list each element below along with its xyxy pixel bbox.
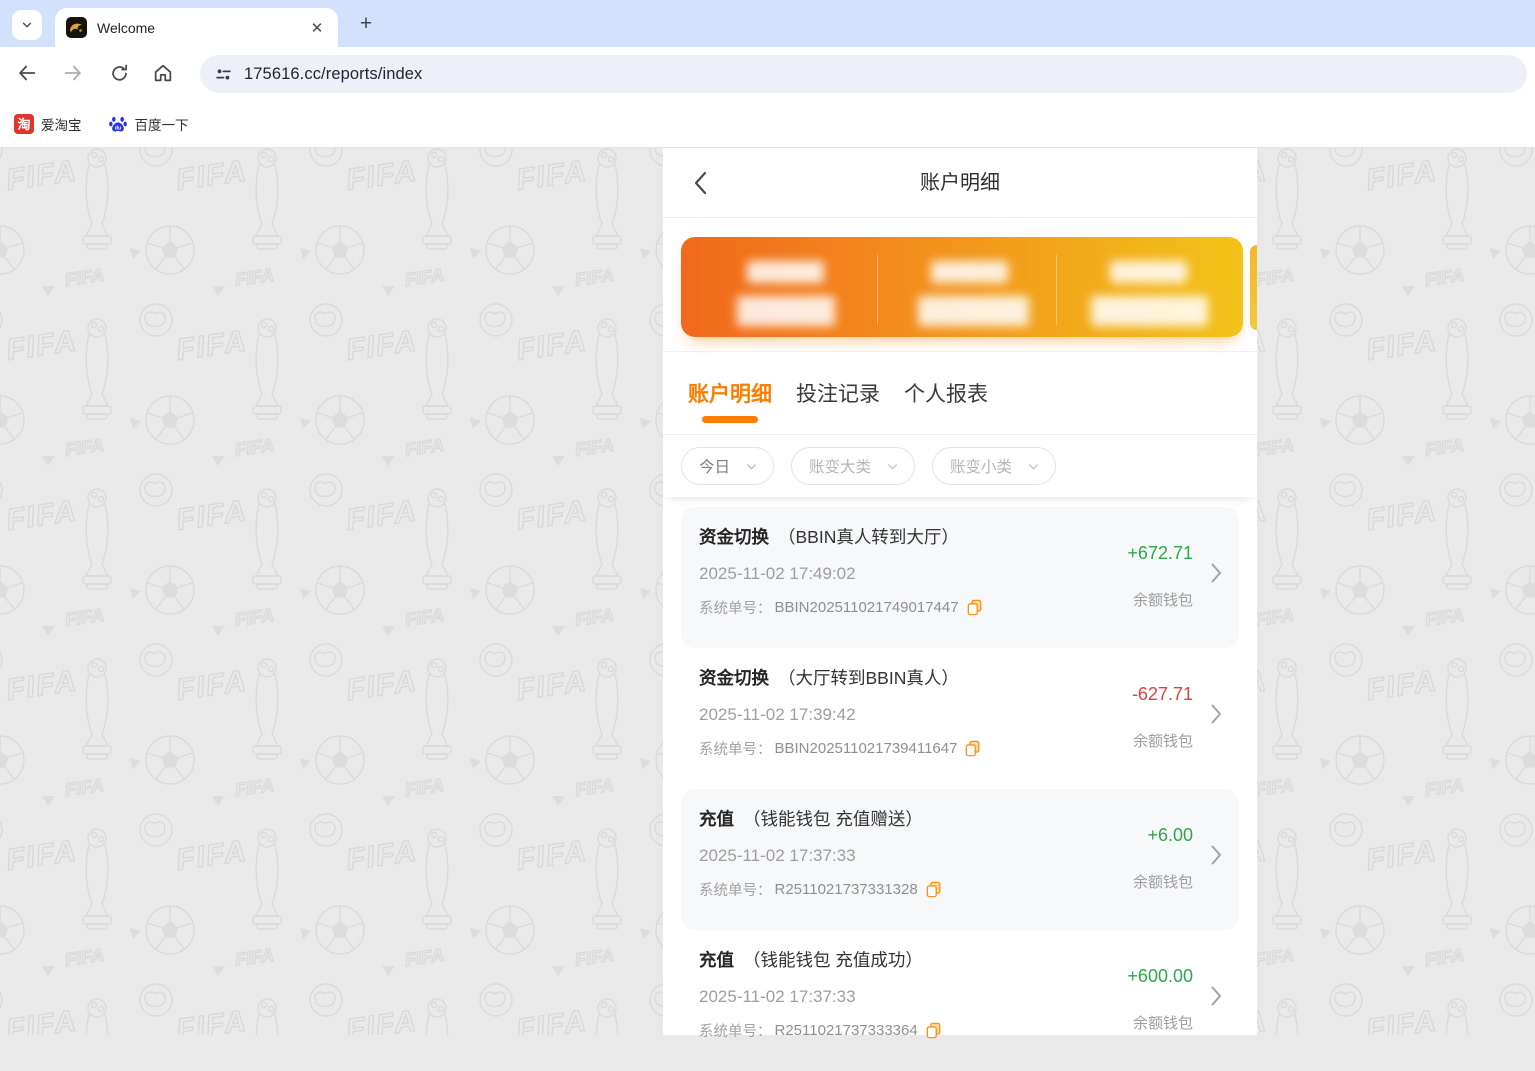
- browser-tab[interactable]: Welcome ✕: [55, 8, 338, 47]
- filter-minor-category-dropdown[interactable]: 账变小类: [932, 447, 1056, 485]
- filter-bar: 今日 账变大类 账变小类: [663, 435, 1257, 497]
- site-info-icon[interactable]: [214, 65, 233, 84]
- transaction-row[interactable]: 资金切换（BBIN真人转到大厅） 2025-11-02 17:49:02 系统单…: [681, 507, 1239, 648]
- browser-toolbar: 175616.cc/reports/index: [0, 47, 1535, 100]
- transaction-row[interactable]: 充值（钱能钱包 充值赠送） 2025-11-02 17:37:33 系统单号： …: [681, 789, 1239, 930]
- back-button[interactable]: [10, 56, 44, 90]
- tab-search-button[interactable]: [12, 10, 42, 40]
- taobao-icon: 淘: [14, 114, 34, 134]
- back-chevron-icon[interactable]: [689, 170, 715, 196]
- chevron-right-icon[interactable]: [1211, 986, 1222, 1006]
- site-favicon-icon: [66, 17, 87, 38]
- blurred-label-2: [931, 261, 1008, 283]
- url-text[interactable]: 175616.cc/reports/index: [244, 65, 422, 84]
- blurred-label-3: [1110, 261, 1187, 283]
- page-header: 账户明细: [663, 148, 1257, 218]
- balance-card-section: [663, 218, 1257, 352]
- chevron-right-icon[interactable]: [1211, 563, 1222, 583]
- chevron-right-icon[interactable]: [1211, 704, 1222, 724]
- close-tab-icon[interactable]: ✕: [308, 19, 326, 37]
- svg-text:du: du: [114, 125, 121, 131]
- bookmark-taobao[interactable]: 淘 爱淘宝: [14, 114, 82, 134]
- balance-summary-card[interactable]: [681, 237, 1243, 337]
- wallet-label: 余额钱包: [1133, 871, 1193, 892]
- tab-bet-records[interactable]: 投注记录: [796, 352, 880, 434]
- address-bar[interactable]: 175616.cc/reports/index: [200, 55, 1527, 93]
- wallet-label: 余额钱包: [1127, 589, 1193, 610]
- report-tabs: 账户明细 投注记录 个人报表: [663, 352, 1257, 435]
- transaction-row[interactable]: 资金切换（大厅转到BBIN真人） 2025-11-02 17:39:42 系统单…: [681, 648, 1239, 789]
- next-card-peek: [1250, 245, 1257, 330]
- card-divider: [1056, 255, 1057, 325]
- blurred-label-1: [747, 261, 824, 283]
- copy-icon[interactable]: [926, 1022, 942, 1039]
- chevron-down-icon: [1027, 460, 1040, 473]
- amount: +672.71: [1127, 543, 1193, 564]
- chevron-down-icon: [745, 460, 758, 473]
- reload-button[interactable]: [102, 56, 136, 90]
- transaction-list: 资金切换（BBIN真人转到大厅） 2025-11-02 17:49:02 系统单…: [663, 497, 1257, 1071]
- forward-button[interactable]: [56, 56, 90, 90]
- new-tab-button[interactable]: +: [352, 10, 380, 38]
- account-detail-panel: 账户明细 账户明细 投注记录 个人报表 今日 账变大类 账变小类: [663, 148, 1257, 1035]
- wallet-label: 余额钱包: [1127, 1012, 1193, 1033]
- filter-date-dropdown[interactable]: 今日: [681, 447, 774, 485]
- blurred-value-3: [1091, 296, 1208, 326]
- card-divider: [877, 255, 878, 325]
- transaction-row[interactable]: 充值（钱能钱包 充值成功） 2025-11-02 17:37:33 系统单号： …: [681, 930, 1239, 1071]
- tab-account-detail[interactable]: 账户明细: [688, 352, 772, 434]
- chevron-down-icon: [20, 18, 34, 32]
- amount: +6.00: [1133, 825, 1193, 846]
- chevron-down-icon: [886, 460, 899, 473]
- home-button[interactable]: [146, 56, 180, 90]
- bookmark-baidu[interactable]: du 百度一下: [108, 114, 189, 134]
- blurred-value-1: [737, 296, 835, 326]
- amount: -627.71: [1132, 684, 1193, 705]
- filter-major-category-dropdown[interactable]: 账变大类: [791, 447, 915, 485]
- chevron-right-icon[interactable]: [1211, 845, 1222, 865]
- copy-icon[interactable]: [967, 599, 983, 616]
- baidu-paw-icon: du: [108, 114, 128, 134]
- wallet-label: 余额钱包: [1132, 730, 1193, 751]
- page-title: 账户明细: [663, 148, 1257, 218]
- copy-icon[interactable]: [926, 881, 942, 898]
- tab-title: Welcome: [97, 20, 308, 36]
- tab-personal-report[interactable]: 个人报表: [904, 352, 988, 434]
- browser-tab-strip: Welcome ✕ +: [0, 0, 1535, 47]
- copy-icon[interactable]: [965, 740, 981, 757]
- blurred-value-2: [918, 296, 1029, 326]
- bookmarks-bar: 淘 爱淘宝 du 百度一下: [0, 100, 1535, 148]
- amount: +600.00: [1127, 966, 1193, 987]
